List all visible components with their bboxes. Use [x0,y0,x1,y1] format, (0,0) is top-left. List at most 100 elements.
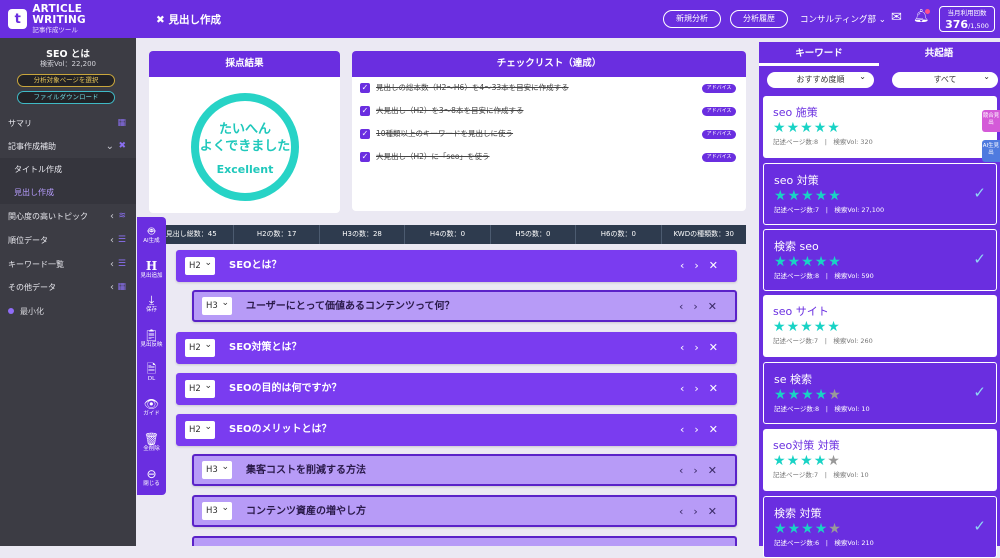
chevron-left-icon[interactable]: ‹ [680,341,694,354]
keyword-card[interactable]: seo サイト ★★★★★ 記述ページ数:7 | 検索Vol: 260 [763,295,997,357]
heading-row-h3[interactable] [192,536,737,546]
chevron-left-icon[interactable]: ‹ [679,464,693,477]
heading-text[interactable]: SEOの目的は何ですか？ [229,374,342,404]
sort-select[interactable]: おすすめ度順 [767,69,874,88]
app-logo[interactable]: t ARTICLE WRITING 記事作成ツール [0,0,136,38]
heading-text[interactable]: ユーザーにとって価値あるコンテンツって何？ [246,292,455,322]
checkbox-checked-icon[interactable]: ✓ [360,129,370,139]
checkbox-checked-icon[interactable]: ✓ [360,83,370,93]
checkbox-checked-icon[interactable]: ✓ [360,106,370,116]
new-analysis-button[interactable]: 新規分析 [663,10,721,28]
ai-generate-button[interactable]: 🤖︎ AI生成 [137,224,166,245]
analysis-history-button[interactable]: 分析履歴 [730,10,788,28]
sidebar-item-summary[interactable]: サマリ ▦ [0,112,136,135]
chevron-right-icon[interactable]: › [693,464,707,477]
tab-cooccurrence[interactable]: 共起語 [879,42,999,66]
competitor-headings-tab[interactable]: 競合見出 [982,110,1000,132]
chevron-right-icon[interactable]: › [694,423,708,436]
keyword-card[interactable]: se 検索 ★★★★★ 記述ページ数:8 | 検索Vol: 10 ✓ [763,362,997,424]
sidebar-item-article-assist[interactable]: 記事作成補助 ⌄ ✖ [0,135,136,158]
close-icon[interactable]: ✕ [708,505,727,518]
chevron-left-icon[interactable]: ‹ [679,300,693,313]
level-select[interactable]: H2 [185,336,215,357]
checklist-item[interactable]: ✓ 大見出し（H2）に「seo」を使う アドバイス [360,151,736,165]
keyword-card[interactable]: 検索 seo ★★★★★ 記述ページ数:8 | 検索Vol: 590 ✓ [763,229,997,291]
sidebar-item-title-creation[interactable]: タイトル作成 [0,158,136,181]
stat-h5: H5の数：0 [491,225,577,244]
heading-text[interactable]: SEOのメリットとは？ [229,415,332,445]
level-select[interactable]: H2 [185,377,215,398]
chevron-left-icon[interactable]: ‹ [680,382,694,395]
chevron-left-icon[interactable]: ‹ [680,259,694,272]
heading-text[interactable]: SEO対策とは？ [229,333,302,363]
level-select[interactable]: H3 [202,294,232,315]
chevron-left-icon[interactable]: ‹ [679,505,693,518]
keyword-card[interactable]: 検索 対策 ★★★★★ 記述ページ数:6 | 検索Vol: 210 ✓ [763,496,997,558]
heading-row-h3[interactable]: H3 集客コストを削減する方法 ‹›✕ [192,454,737,486]
filter-select[interactable]: すべて [892,69,998,88]
check-icon[interactable]: ✓ [973,184,986,202]
heading-row-h3[interactable]: H3 コンテンツ資産の増やし方 ‹›✕ [192,495,737,527]
close-icon[interactable]: ✕ [709,382,728,395]
account-dropdown[interactable]: コンサルティング部 ⌄ [800,13,886,25]
chevron-right-icon[interactable]: › [694,341,708,354]
guide-button[interactable]: 👁︎ ガイド [137,397,166,418]
sidebar-item-other-data[interactable]: その他データ ‹ ▦ [0,276,136,299]
advice-button[interactable]: アドバイス [702,84,736,93]
close-icon[interactable]: ✕ [709,341,728,354]
check-icon[interactable]: ✓ [973,250,986,268]
level-select[interactable]: H2 [185,254,215,275]
mail-icon[interactable]: ✉ [891,10,902,25]
level-select[interactable]: H3 [202,458,232,479]
ai-headings-tab[interactable]: AI生見出 [982,140,1000,162]
download-button[interactable]: 🗎 DL [137,362,166,383]
keyword-pages: 記述ページ数:8 [774,272,820,280]
save-button[interactable]: ⤓ 保存 [137,293,166,314]
select-analysis-page-button[interactable]: 分析対象ページを選択 [17,74,115,87]
close-icon[interactable]: ✕ [708,300,727,313]
advice-button[interactable]: アドバイス [702,153,736,162]
advice-button[interactable]: アドバイス [702,130,736,139]
delete-all-button[interactable]: 🗑︎ 全削除 [137,432,166,453]
add-heading-button[interactable]: H 見出追加 [137,259,166,280]
checklist-item[interactable]: ✓ 大見出し（H2）を3〜8本を目安に作成する アドバイス [360,105,736,119]
close-icon[interactable]: ✕ [709,259,728,272]
advice-button[interactable]: アドバイス [702,107,736,116]
heading-text[interactable]: コンテンツ資産の増やし方 [246,497,366,527]
file-download-button[interactable]: ファイルダウンロード [17,91,115,104]
close-tools-button[interactable]: ⊖ 閉じる [137,467,166,488]
keyword-card[interactable]: seo対策 対策 ★★★★★ 記述ページ数:7 | 検索Vol: 10 [763,429,997,491]
keyword-card[interactable]: seo 施策 ★★★★★ 記述ページ数:8 | 検索Vol: 320 [763,96,997,158]
star-rating: ★★★★★ [773,120,997,137]
chevron-left-icon[interactable]: ‹ [680,423,694,436]
checkbox-checked-icon[interactable]: ✓ [360,152,370,162]
check-icon[interactable]: ✓ [973,383,986,401]
chevron-right-icon[interactable]: › [694,259,708,272]
sidebar-item-heading-creation[interactable]: 見出し作成 [0,181,136,204]
heading-text[interactable]: 集客コストを削減する方法 [246,456,366,486]
sidebar-item-keyword-list[interactable]: キーワード一覧 ‹ ☰ [0,253,136,276]
sidebar-item-hot-topics[interactable]: 関心度の高いトピック ‹ ≋ [0,205,136,228]
heading-row-h3[interactable]: H3 ユーザーにとって価値あるコンテンツって何？ ‹›✕ [192,290,737,322]
star-icon: ★ [800,453,814,469]
chevron-right-icon[interactable]: › [694,382,708,395]
heading-row-h2[interactable]: H2 SEOのメリットとは？ ‹›✕ [176,414,737,446]
level-select[interactable]: H2 [185,418,215,439]
chevron-right-icon[interactable]: › [693,505,707,518]
checklist-item[interactable]: ✓ 10種類以上のキーワードを見出しに使う アドバイス [360,128,736,142]
close-icon[interactable]: ✕ [709,423,728,436]
minimize-button[interactable]: 最小化 [0,300,136,323]
close-icon[interactable]: ✕ [708,464,727,477]
heading-row-h2[interactable]: H2 SEOとは？ ‹›✕ [176,250,737,282]
tab-keywords[interactable]: キーワード [759,42,879,66]
sidebar-item-ranking-data[interactable]: 順位データ ‹ ☰ [0,229,136,252]
heading-text[interactable]: SEOとは？ [229,251,282,281]
chevron-right-icon[interactable]: › [693,300,707,313]
heading-row-h2[interactable]: H2 SEO対策とは？ ‹›✕ [176,332,737,364]
heading-row-h2[interactable]: H2 SEOの目的は何ですか？ ‹›✕ [176,373,737,405]
keyword-card[interactable]: seo 対策 ★★★★★ 記述ページ数:7 | 検索Vol: 27,100 ✓ [763,163,997,225]
check-icon[interactable]: ✓ [973,517,986,535]
checklist-item[interactable]: ✓ 見出しの総本数（H2〜H6）を4〜33本を目安に作成する アドバイス [360,82,736,96]
reflect-heading-button[interactable]: 📋︎ 見出反映 [137,328,166,349]
level-select[interactable]: H3 [202,499,232,520]
